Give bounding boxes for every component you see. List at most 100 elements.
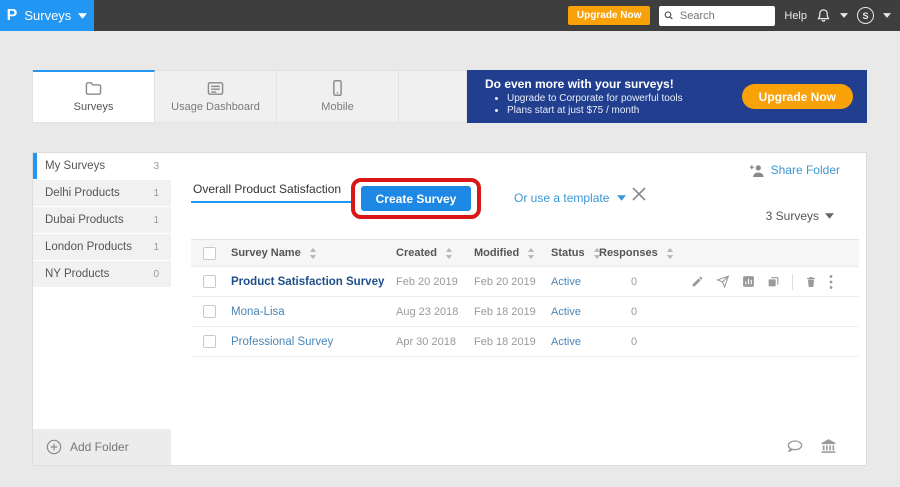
created-date: Feb 20 2019	[396, 276, 458, 288]
banner-title: Do even more with your surveys!	[485, 77, 683, 91]
table-row: Mona-Lisa Aug 23 2018 Feb 18 2019 Active…	[191, 297, 859, 327]
module-tabs: Surveys Usage Dashboard Mobile	[32, 70, 467, 123]
more-ellipsis-icon[interactable]	[829, 275, 833, 289]
folder-count: 0	[153, 269, 159, 280]
folder-name: Delhi Products	[45, 187, 120, 199]
tab-mobile[interactable]: Mobile	[277, 71, 399, 122]
tab-label: Mobile	[321, 101, 353, 113]
app-logo-menu[interactable]: P Surveys	[0, 0, 94, 31]
comment-bubble-icon[interactable]	[787, 440, 803, 452]
tab-usage-dashboard[interactable]: Usage Dashboard	[155, 71, 277, 122]
surveys-count-label: 3 Surveys	[766, 209, 819, 223]
topbar-actions: Upgrade Now Help S	[568, 6, 900, 26]
folder-content: Share Folder Create Survey Or use a temp…	[171, 153, 866, 465]
header-survey-name: Survey Name	[231, 247, 301, 259]
survey-bank-icon[interactable]	[821, 439, 836, 453]
add-folder-button[interactable]: Add Folder	[33, 429, 171, 465]
survey-name-link[interactable]: Product Satisfaction Survey	[231, 276, 384, 288]
use-template-dropdown[interactable]: Or use a template	[514, 191, 626, 205]
folder-name: London Products	[45, 241, 132, 253]
edit-pencil-icon[interactable]	[691, 275, 704, 288]
folder-count: 1	[153, 242, 159, 253]
sort-icon[interactable]	[309, 248, 317, 259]
notifications-chevron-icon[interactable]	[840, 13, 848, 18]
created-date: Aug 23 2018	[396, 306, 458, 318]
surveys-count-dropdown[interactable]: 3 Surveys	[766, 209, 834, 223]
app-root: { "topbar": { "logo_letter": "P", "produ…	[0, 0, 900, 487]
sidebar-item-london-products[interactable]: London Products 1	[33, 234, 171, 260]
share-folder-label: Share Folder	[771, 163, 840, 177]
row-checkbox[interactable]	[203, 305, 216, 318]
mobile-icon	[332, 80, 343, 96]
modified-date: Feb 18 2019	[474, 336, 536, 348]
folder-count: 3	[153, 161, 159, 172]
create-survey-button[interactable]: Create Survey	[361, 186, 471, 211]
upgrade-now-button[interactable]: Upgrade Now	[568, 6, 650, 25]
folders-sidebar: My Surveys 3 Delhi Products 1 Dubai Prod…	[33, 153, 171, 465]
tabbar-filler	[399, 71, 466, 122]
responses-count: 0	[599, 336, 669, 348]
chevron-down-icon	[78, 13, 87, 19]
chevron-down-icon	[617, 195, 626, 201]
banner-bullet-list: Upgrade to Corporate for powerful tools …	[485, 93, 683, 116]
survey-name-link[interactable]: Mona-Lisa	[231, 306, 285, 318]
brand-logo-icon: P	[7, 8, 18, 24]
row-checkbox[interactable]	[203, 275, 216, 288]
chevron-down-icon	[825, 213, 834, 219]
header-status: Status	[551, 247, 585, 259]
responses-count: 0	[599, 306, 669, 318]
share-person-add-icon	[749, 164, 765, 177]
share-folder-button[interactable]: Share Folder	[749, 163, 840, 177]
survey-name-link[interactable]: Professional Survey	[231, 336, 333, 348]
banner-bullet: Upgrade to Corporate for powerful tools	[507, 93, 683, 104]
tab-label: Surveys	[74, 101, 114, 113]
panel-footer-icons	[787, 439, 836, 453]
folder-count: 1	[153, 188, 159, 199]
modified-date: Feb 18 2019	[474, 306, 536, 318]
product-switcher-label: Surveys	[24, 8, 71, 23]
row-checkbox[interactable]	[203, 335, 216, 348]
responses-count: 0	[599, 276, 669, 288]
close-create-icon[interactable]	[632, 187, 646, 201]
tab-surveys[interactable]: Surveys	[33, 70, 155, 122]
sort-icon[interactable]	[445, 248, 453, 259]
sidebar-item-my-surveys[interactable]: My Surveys 3	[33, 153, 171, 179]
account-chevron-icon[interactable]	[883, 13, 891, 18]
banner-copy: Do even more with your surveys! Upgrade …	[467, 77, 683, 117]
folder-icon	[85, 81, 102, 96]
banner-bullet: Plans start at just $75 / month	[507, 105, 683, 116]
top-bar: P Surveys Upgrade Now Help S	[0, 0, 900, 31]
plus-circle-icon	[46, 439, 62, 455]
banner-upgrade-button[interactable]: Upgrade Now	[742, 84, 853, 109]
use-template-label: Or use a template	[514, 191, 609, 205]
search-input[interactable]	[678, 9, 770, 23]
folder-name: Dubai Products	[45, 214, 124, 226]
sort-icon[interactable]	[527, 248, 535, 259]
help-link[interactable]: Help	[784, 10, 807, 22]
dashboard-icon	[207, 81, 224, 96]
status-badge: Active	[551, 306, 581, 318]
sort-icon[interactable]	[666, 248, 674, 259]
select-all-checkbox[interactable]	[203, 247, 216, 260]
sidebar-item-dubai-products[interactable]: Dubai Products 1	[33, 207, 171, 233]
sidebar-item-ny-products[interactable]: NY Products 0	[33, 261, 171, 287]
delete-trash-icon[interactable]	[805, 275, 817, 288]
copy-icon[interactable]	[767, 275, 780, 288]
actions-divider	[792, 274, 793, 290]
status-badge: Active	[551, 336, 581, 348]
sidebar-item-delhi-products[interactable]: Delhi Products 1	[33, 180, 171, 206]
modified-date: Feb 20 2019	[474, 276, 536, 288]
new-survey-name-input[interactable]	[191, 177, 355, 203]
folder-count: 1	[153, 215, 159, 226]
created-date: Apr 30 2018	[396, 336, 456, 348]
header-created: Created	[396, 247, 437, 259]
folder-name: My Surveys	[45, 160, 105, 172]
search-box[interactable]	[659, 6, 775, 26]
send-plane-icon[interactable]	[716, 275, 730, 288]
notifications-bell-icon[interactable]	[816, 8, 831, 23]
status-badge: Active	[551, 276, 581, 288]
search-icon	[664, 10, 674, 21]
report-chart-icon[interactable]	[742, 275, 755, 288]
user-avatar[interactable]: S	[857, 7, 874, 24]
table-row: Product Satisfaction Survey Feb 20 2019 …	[191, 267, 859, 297]
